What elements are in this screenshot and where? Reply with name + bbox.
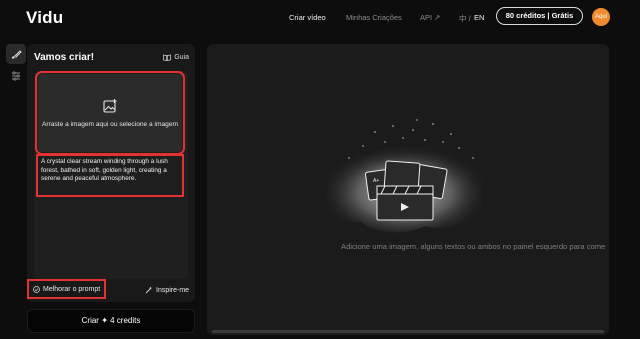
magic-wand-icon bbox=[145, 286, 153, 294]
empty-state-illustration: A+ bbox=[326, 119, 483, 233]
nav-api[interactable]: API ↗ bbox=[420, 13, 440, 22]
enhance-prompt-button[interactable]: Melhorar o prompt bbox=[27, 279, 106, 299]
preview-canvas: A+ Adicione uma imagem, alguns textos ou… bbox=[207, 44, 609, 335]
vidu-logo[interactable]: Vidu bbox=[26, 8, 63, 28]
upload-instructions: Arraste a imagem aqui ou selecione a ima… bbox=[42, 121, 178, 128]
guide-label: Guia bbox=[174, 54, 189, 61]
svg-text:A+: A+ bbox=[373, 178, 379, 184]
horizontal-scrollbar[interactable] bbox=[212, 330, 604, 333]
settings-tool-button[interactable] bbox=[6, 66, 26, 86]
add-image-icon bbox=[103, 99, 117, 113]
brush-tool-button[interactable] bbox=[6, 44, 26, 64]
nav-create-video[interactable]: Criar vídeo bbox=[289, 13, 326, 22]
panel-title: Vamos criar! bbox=[34, 52, 95, 63]
check-circle-icon bbox=[33, 285, 40, 293]
create-button[interactable]: Criar ✦ 4 credits bbox=[27, 309, 195, 333]
lang-zh[interactable]: 中 / bbox=[459, 13, 471, 24]
enhance-label: Melhorar o prompt bbox=[43, 285, 101, 293]
prompt-textarea[interactable]: A crystal clear stream winding through a… bbox=[36, 154, 184, 197]
brush-icon bbox=[12, 50, 22, 59]
guide-link[interactable]: Guia bbox=[163, 54, 189, 61]
sliders-icon bbox=[12, 71, 20, 81]
tool-rail bbox=[6, 44, 26, 88]
lang-en[interactable]: EN bbox=[474, 13, 484, 22]
credits-button[interactable]: 80 créditos | Grátis bbox=[496, 7, 583, 25]
empty-state-hint: Adicione uma imagem, alguns textos ou am… bbox=[341, 242, 606, 251]
image-upload-zone[interactable]: Arraste a imagem aqui ou selecione a ima… bbox=[35, 71, 185, 155]
inspire-label: Inspire-me bbox=[156, 286, 190, 294]
top-bar: Vidu Criar vídeo Minhas Criações API ↗ 中… bbox=[0, 0, 640, 36]
inspire-me-button[interactable]: Inspire-me bbox=[145, 286, 189, 294]
nav-my-creations[interactable]: Minhas Criações bbox=[346, 13, 402, 22]
book-icon bbox=[163, 54, 172, 61]
avatar[interactable]: Aqui bbox=[592, 8, 610, 26]
